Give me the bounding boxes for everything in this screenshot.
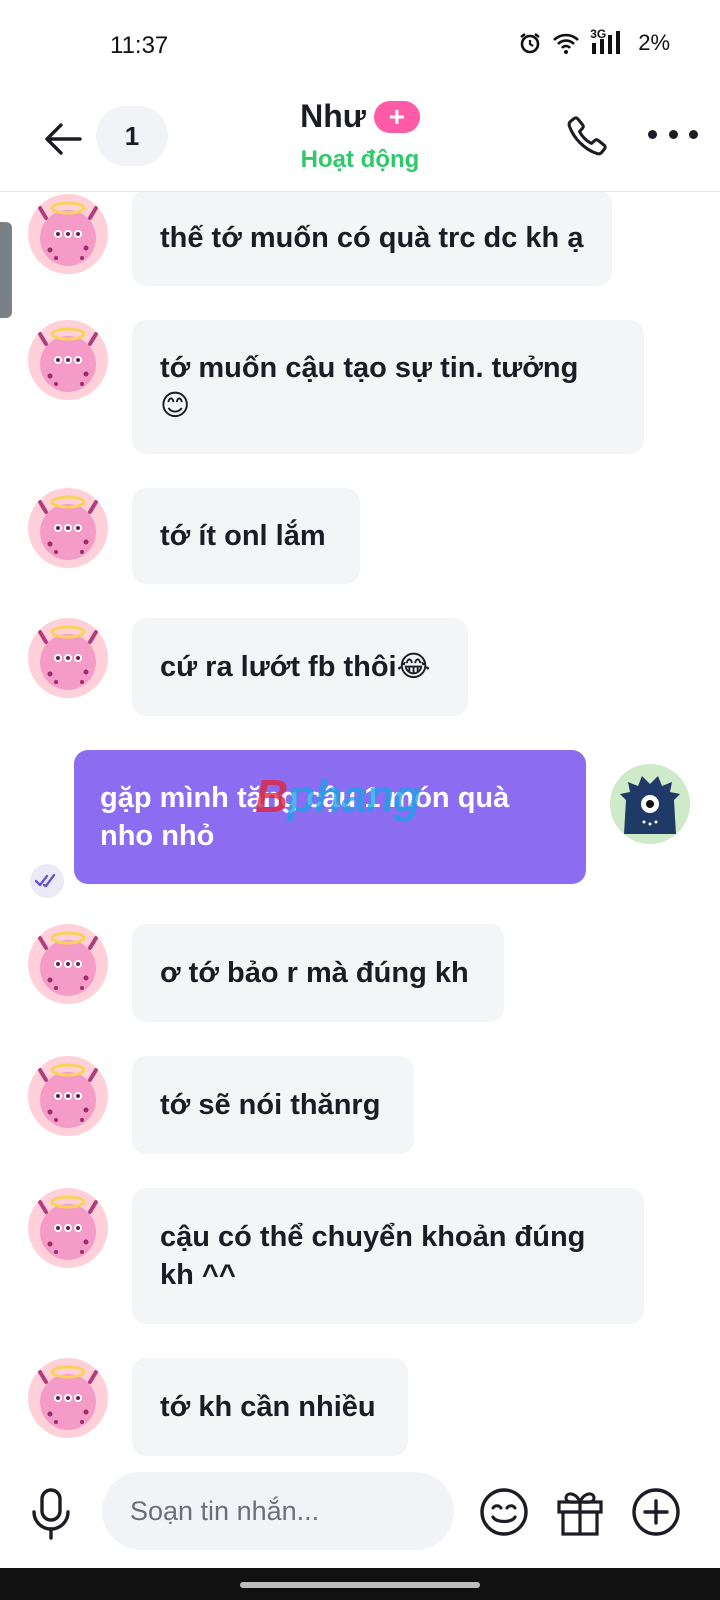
status-time: 11:37: [110, 32, 169, 59]
wifi-icon: [552, 31, 580, 55]
call-button[interactable]: [565, 112, 615, 162]
message-bubble-incoming[interactable]: ơ tớ bảo r mà đúng kh: [132, 924, 504, 1022]
contact-avatar[interactable]: [28, 194, 108, 274]
contact-avatar[interactable]: [28, 320, 108, 400]
contact-avatar[interactable]: [28, 618, 108, 698]
phone-icon: [567, 116, 607, 156]
alarm-icon: [518, 31, 542, 55]
my-avatar[interactable]: [610, 764, 690, 844]
plus-badge: +: [373, 100, 420, 133]
status-icons: 3G 2%: [518, 27, 670, 56]
more-options-button[interactable]: [648, 128, 698, 140]
system-nav-bar: [0, 1568, 720, 1600]
message-bubble-incoming[interactable]: cứ ra lướt fb thôi😂: [132, 618, 468, 716]
battery-level: 2%: [638, 30, 670, 55]
chat-header: 1 Như + Hoạt động: [0, 90, 720, 192]
status-bar: 11:37 3G 2%: [0, 0, 720, 90]
gift-icon: [557, 1492, 603, 1536]
message-bubble-incoming[interactable]: tớ sẽ nói thănrg: [132, 1056, 414, 1154]
plus-circle-icon: [632, 1488, 680, 1536]
gift-button[interactable]: [554, 1486, 606, 1538]
watermark-logo: Bphang: [255, 770, 421, 822]
message-list[interactable]: thế tớ muốn có quà trc dc kh ạ tớ muốn c…: [0, 192, 720, 1458]
message-bubble-incoming[interactable]: tớ kh cần nhiều: [132, 1358, 408, 1456]
contact-avatar[interactable]: [28, 488, 108, 568]
contact-avatar[interactable]: [28, 1358, 108, 1438]
contact-avatar[interactable]: [28, 924, 108, 1004]
contact-avatar[interactable]: [28, 1188, 108, 1268]
read-receipt-icon: [30, 864, 64, 898]
emoji-icon: [480, 1488, 528, 1536]
message-bubble-incoming[interactable]: tớ ít onl lắm: [132, 488, 360, 584]
message-bubble-incoming[interactable]: thế tớ muốn có quà trc dc kh ạ: [132, 192, 612, 286]
message-bubble-incoming[interactable]: tớ muốn cậu tạo sự tin. tưởng 😊: [132, 320, 644, 454]
add-attachment-button[interactable]: [630, 1486, 682, 1538]
more-icon: [648, 129, 657, 139]
message-composer: [0, 1458, 720, 1568]
message-input[interactable]: [102, 1472, 454, 1550]
emoji-button[interactable]: [478, 1486, 530, 1538]
voice-message-button[interactable]: [28, 1488, 74, 1540]
signal-icon: 3G: [590, 27, 624, 55]
home-indicator[interactable]: [240, 1582, 480, 1588]
message-bubble-incoming[interactable]: cậu có thể chuyển khoản đúng kh ^^: [132, 1188, 644, 1324]
contact-name: Như: [300, 98, 366, 134]
edge-scroll-handle[interactable]: [0, 222, 12, 318]
contact-avatar[interactable]: [28, 1056, 108, 1136]
mic-icon: [32, 1488, 70, 1540]
